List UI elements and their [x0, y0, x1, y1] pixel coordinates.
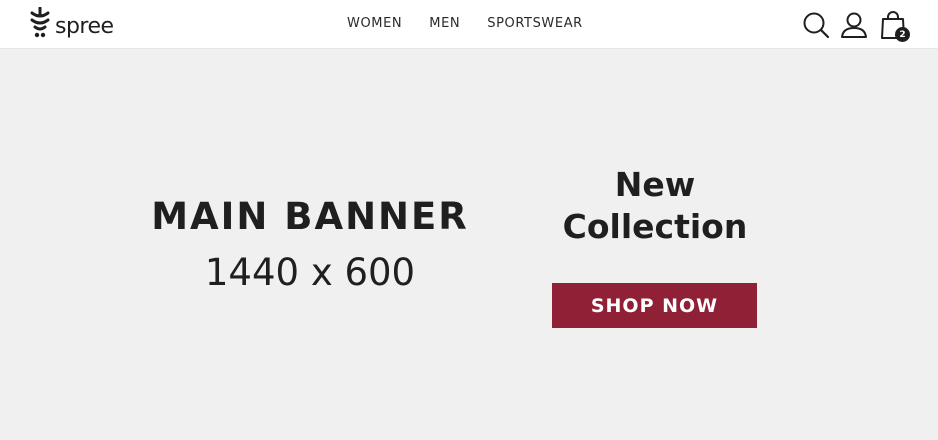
search-button[interactable]	[801, 10, 831, 40]
hero-banner: MAIN BANNER 1440 x 600 New Collection SH…	[0, 49, 938, 440]
shop-now-button[interactable]: SHOP NOW	[552, 283, 757, 328]
brand-logo[interactable]: spree	[29, 7, 114, 41]
spree-logo-icon	[30, 7, 50, 38]
nav-link-women[interactable]: WOMEN	[347, 16, 402, 31]
collection-heading-line2: Collection	[562, 207, 748, 246]
cart-count-badge: 2	[895, 27, 910, 42]
user-icon	[841, 12, 867, 38]
brand-name: spree	[55, 13, 114, 39]
account-button[interactable]	[839, 10, 869, 40]
collection-heading: New Collection	[530, 164, 780, 248]
main-nav: WOMEN MEN SPORTSWEAR	[347, 16, 583, 31]
search-icon	[803, 12, 830, 39]
banner-size-label: 1440 x 600	[204, 251, 416, 294]
nav-link-sportswear[interactable]: SPORTSWEAR	[487, 16, 583, 31]
site-header: spree WOMEN MEN SPORTSWEAR 2	[0, 0, 938, 49]
nav-link-men[interactable]: MEN	[429, 16, 460, 31]
banner-title: MAIN BANNER	[151, 195, 469, 238]
collection-heading-line1: New	[614, 165, 696, 204]
